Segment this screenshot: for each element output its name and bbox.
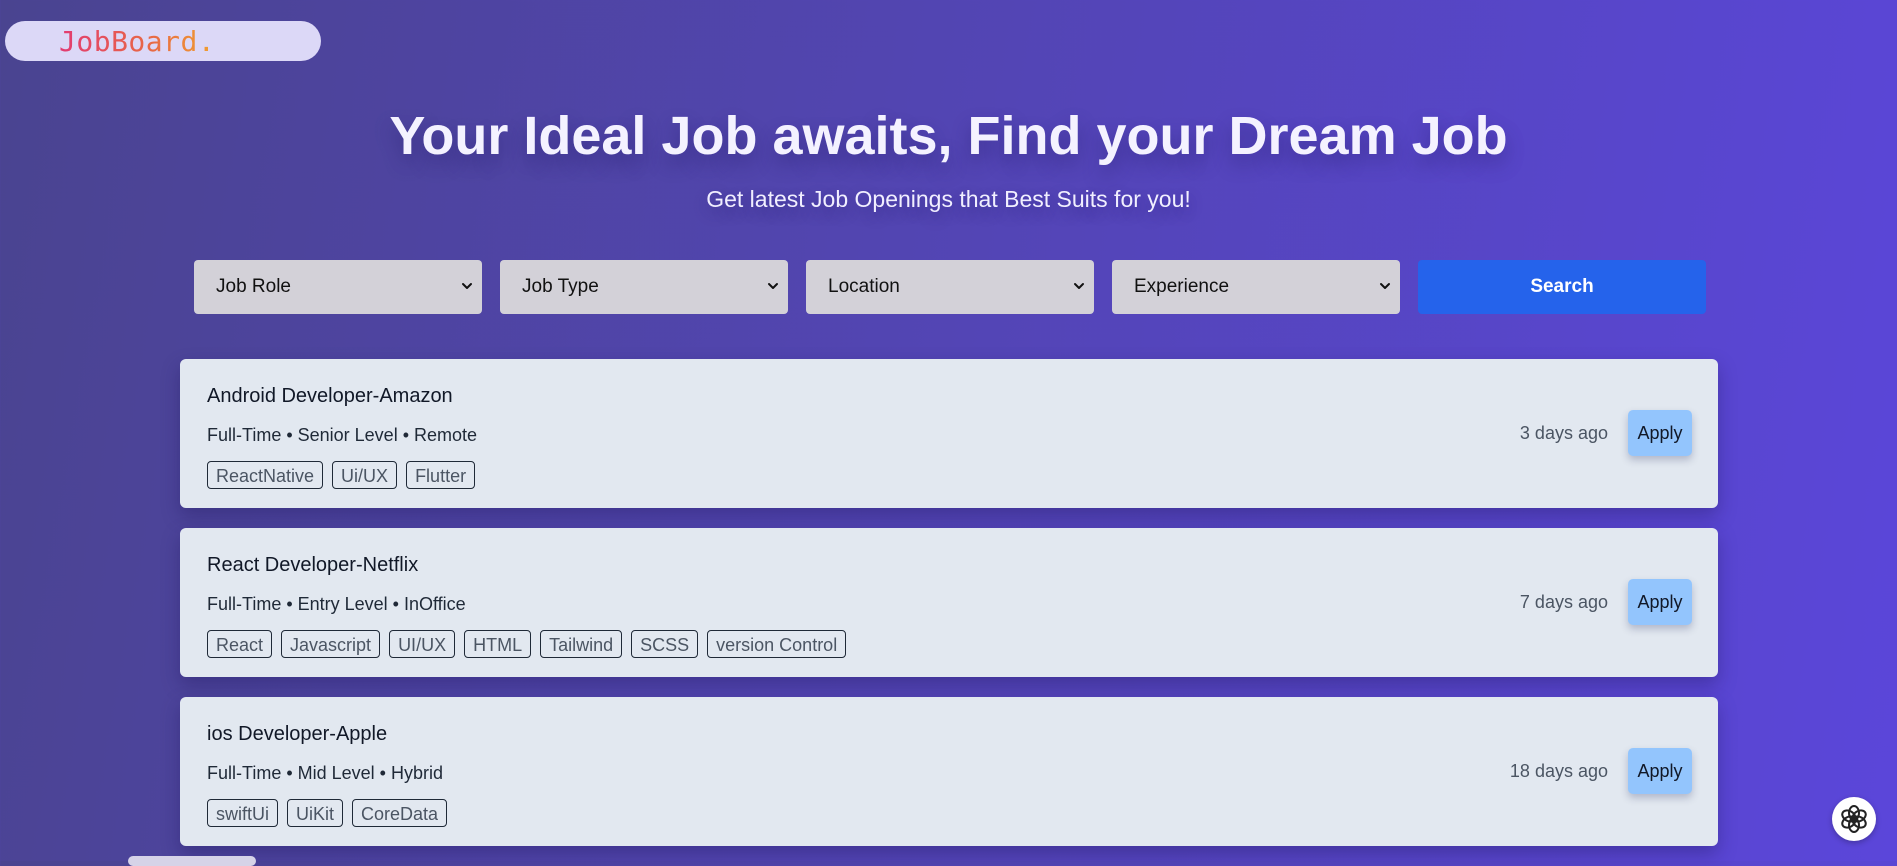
apply-button[interactable]: Apply [1628,410,1692,456]
posted-time: 18 days ago [1509,761,1608,781]
job-title: ios Developer-Apple [207,723,388,745]
job-type-select[interactable]: Job Type [500,260,788,314]
chevron-down-icon [462,283,472,289]
job-card: ios Developer-Apple Full-Time • Mid Leve… [180,697,1718,846]
skill-tag: UiKit [287,799,344,827]
skill-tag: UI/UX [389,630,456,658]
experience-select-value: Experience [1134,276,1230,297]
skill-tag: Ui/UX [332,461,398,489]
skill-tag: swiftUi [207,799,278,827]
skill-tag: Javascript [281,630,381,658]
page-title: Your Ideal Job awaits, Find your Dream J… [389,106,1508,166]
skill-tag: ReactNative [207,461,324,489]
chevron-down-icon [1074,283,1084,289]
assistant-logo-icon [1841,805,1867,833]
skill-tag: SCSS [631,630,699,658]
job-card: Android Developer-Amazon Full-Time • Sen… [180,359,1718,508]
job-title: Android Developer-Amazon [207,385,453,407]
chevron-down-icon [768,283,778,289]
apply-button[interactable]: Apply [1628,579,1692,625]
job-meta: Full-Time • Senior Level • Remote [207,425,478,445]
skill-tag: React [207,630,273,658]
logo-text: JobBoard. [59,25,216,58]
partial-element [128,856,256,866]
skill-tag: version Control [707,630,847,658]
posted-time: 3 days ago [1519,423,1608,443]
job-card: React Developer-Netflix Full-Time • Entr… [180,528,1718,677]
apply-button[interactable]: Apply [1628,748,1692,794]
skill-tag: HTML [464,630,532,658]
skill-tag: Tailwind [540,630,623,658]
assistant-button[interactable] [1832,797,1876,841]
chevron-down-icon [1380,283,1390,289]
location-select-value: Location [828,276,900,297]
experience-select[interactable]: Experience [1112,260,1400,314]
job-meta: Full-Time • Entry Level • InOffice [207,594,466,614]
search-button[interactable]: Search [1418,260,1706,314]
job-role-select[interactable]: Job Role [194,260,482,314]
job-tags: ReactNative Ui/UX Flutter [207,461,476,489]
job-type-select-value: Job Type [522,276,599,297]
logo-pill[interactable]: JobBoard. [5,21,321,61]
posted-time: 7 days ago [1519,592,1608,612]
skill-tag: CoreData [352,799,448,827]
skill-tag: Flutter [406,461,476,489]
job-meta: Full-Time • Mid Level • Hybrid [207,763,443,783]
location-select[interactable]: Location [806,260,1094,314]
job-role-select-value: Job Role [216,276,291,297]
page-subtitle: Get latest Job Openings that Best Suits … [706,186,1191,212]
job-tags: swiftUi UiKit CoreData [207,799,448,827]
job-tags: React Javascript UI/UX HTML Tailwind SCS… [207,630,847,658]
job-title: React Developer-Netflix [207,554,419,576]
